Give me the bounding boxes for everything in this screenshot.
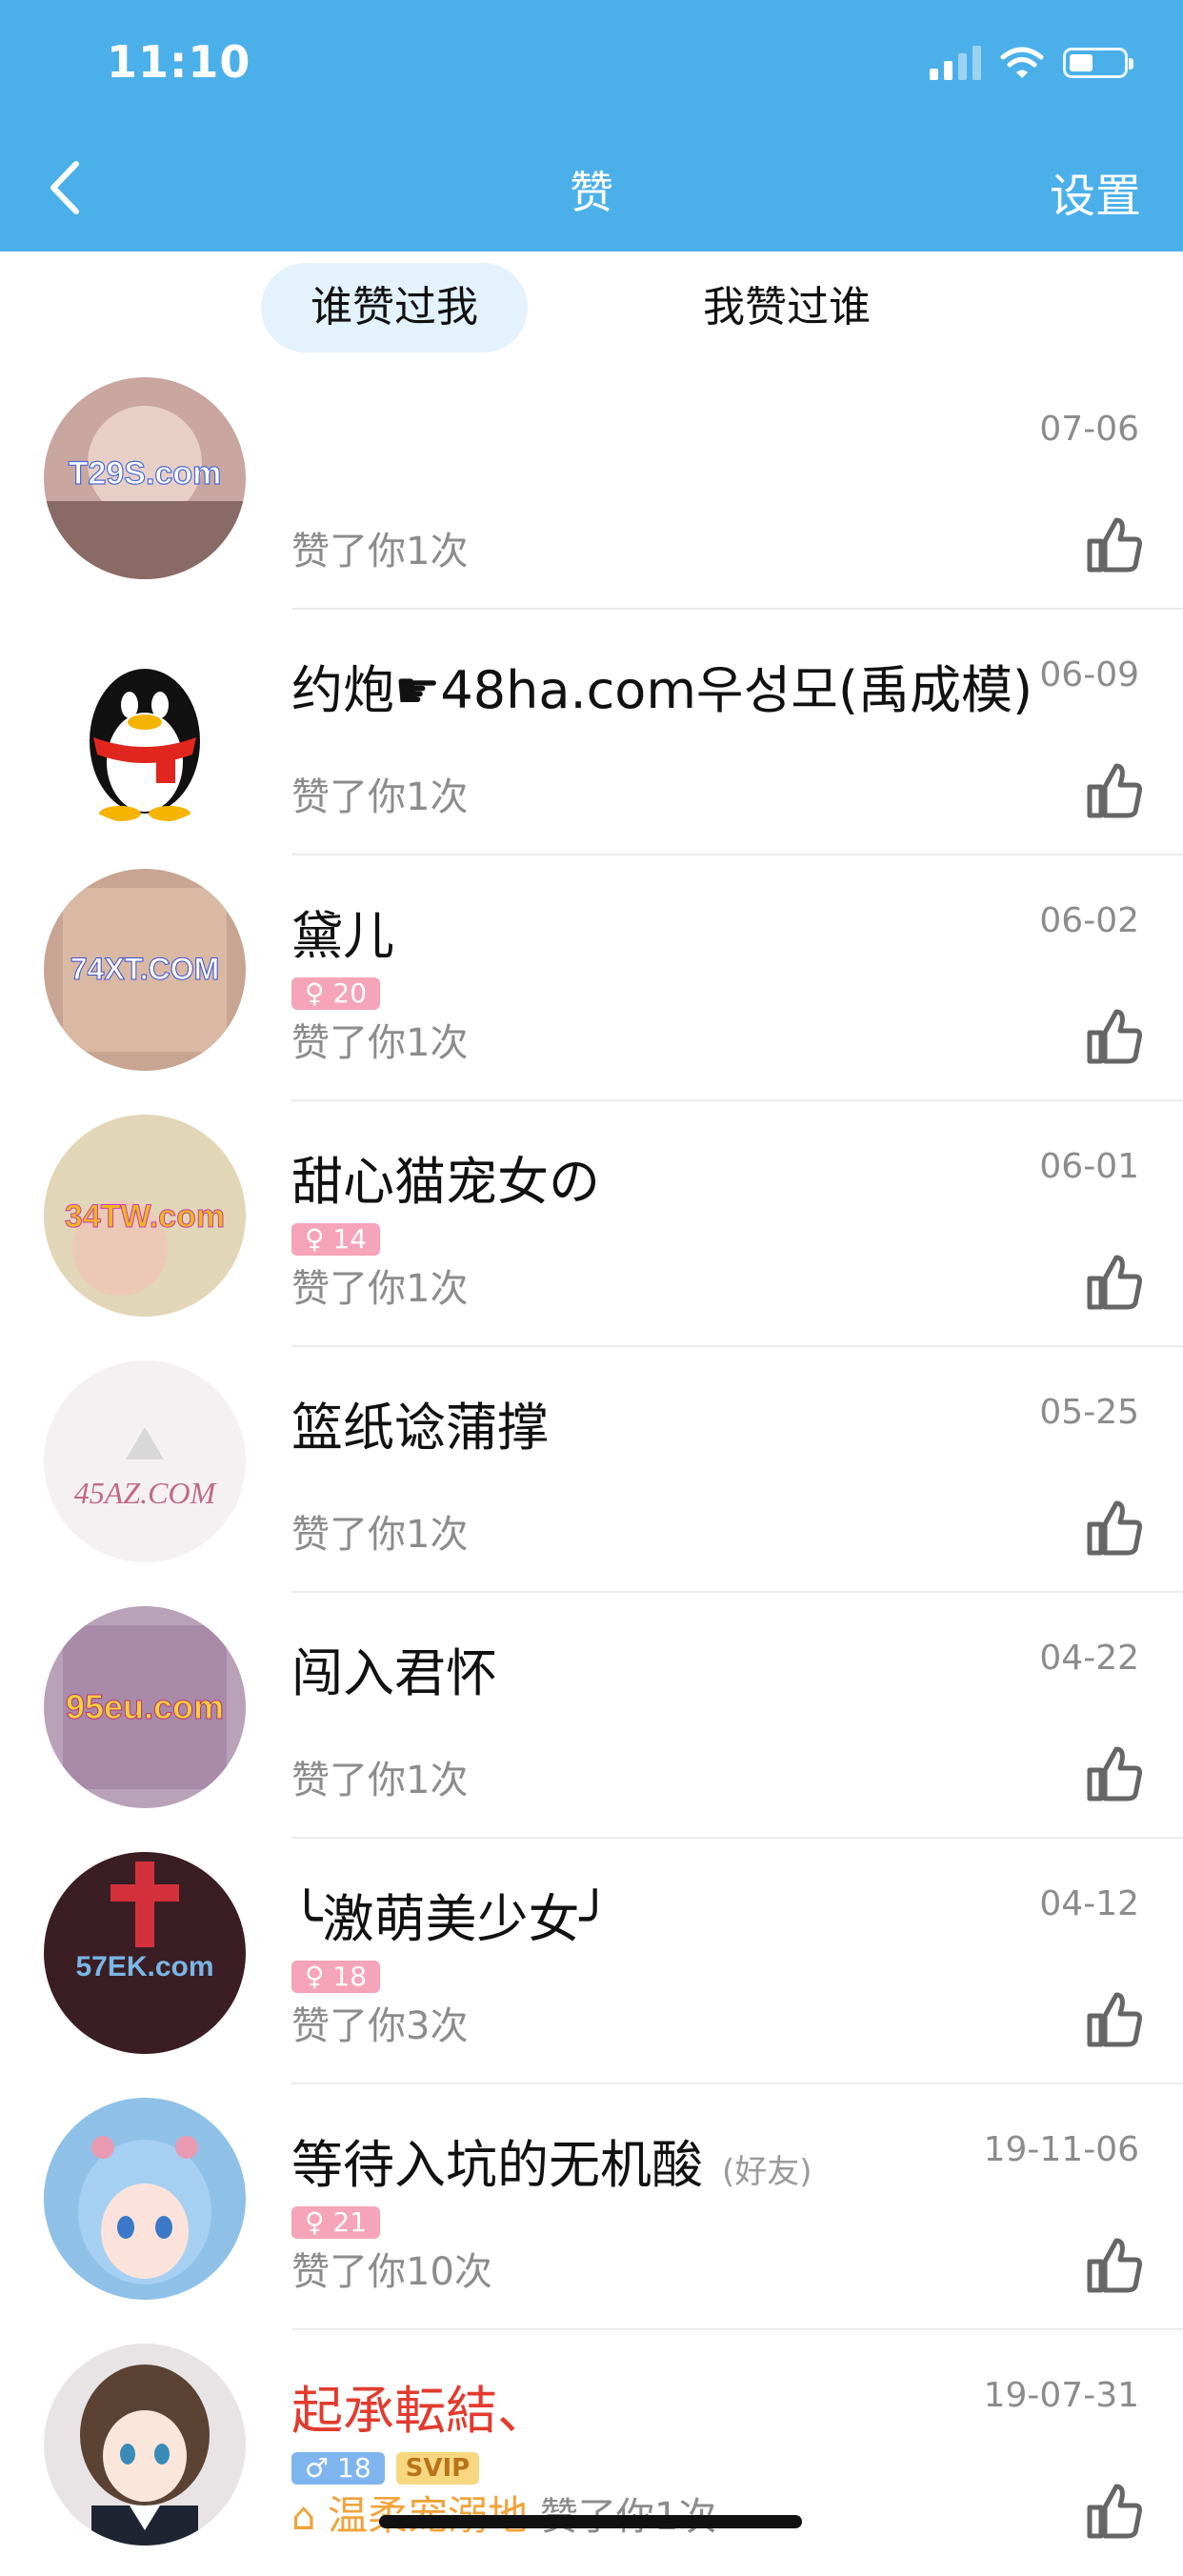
like-count-text: 赞了你3次 (291, 2004, 469, 2048)
home-indicator (379, 2515, 802, 2528)
list-item[interactable]: 95eu.com 闯入君怀 04-22 赞了你1次 (0, 1593, 1183, 1839)
like-count-text: 赞了你1次 (291, 1267, 469, 1311)
like-count-text: 赞了你1次 (291, 1513, 469, 1557)
like-date: 06-09 (1039, 655, 1139, 694)
like-date: 04-12 (1039, 1884, 1139, 1923)
svg-text:45AZ.COM: 45AZ.COM (74, 1476, 218, 1510)
page-title: 赞 (570, 167, 613, 218)
thumbs-up-icon[interactable] (1084, 1989, 1145, 2050)
nav-bar: 11:10 赞 设置 (0, 0, 1183, 252)
svg-text:34TW.com: 34TW.com (65, 1198, 225, 1235)
svg-text:95eu.com: 95eu.com (66, 1687, 224, 1726)
thumbs-up-icon[interactable] (1084, 514, 1145, 575)
battery-icon (1063, 48, 1133, 78)
thumbs-up-icon[interactable] (1084, 1498, 1145, 1559)
list-item[interactable]: 57EK.com ╰激萌美少女╯ ♀ 18 04-12 赞了你3次 (0, 1839, 1183, 2084)
gender-age-badge: ♀ 14 (291, 1223, 381, 1256)
like-date: 04-22 (1039, 1639, 1139, 1678)
settings-button[interactable]: 设置 (1050, 158, 1141, 225)
user-name: 甜心猫宠女の (291, 1152, 600, 1212)
user-name: 等待入坑的无机酸 (好友) (291, 2135, 812, 2195)
gender-age-badge: ♀ 18 (291, 1961, 381, 1993)
thumbs-up-icon[interactable] (1084, 1252, 1145, 1313)
like-count-text: 赞了你1次 (291, 530, 469, 574)
avatar[interactable]: 57EK.com (44, 1852, 246, 2054)
thumbs-up-icon[interactable] (1084, 760, 1145, 821)
likes-list: T29S.com 07-06 赞了你1次 约炮☛48ha.com우성모(禹成模)… (0, 364, 1183, 2576)
avatar[interactable]: 95eu.com (44, 1606, 246, 1808)
like-date: 19-11-06 (983, 2130, 1139, 2169)
avatar[interactable] (44, 2098, 246, 2300)
tab-who-liked-me[interactable]: 谁赞过我 (261, 263, 528, 352)
list-item[interactable]: 34TW.com 甜心猫宠女の ♀ 14 06-01 赞了你1次 (0, 1101, 1183, 1347)
list-item[interactable]: 74XT.COM 黛儿 ♀ 20 06-02 赞了你1次 (0, 855, 1183, 1101)
status-icons (930, 44, 1133, 82)
like-date: 19-07-31 (983, 2376, 1139, 2415)
user-name: 黛儿 (291, 906, 394, 966)
like-date: 06-01 (1039, 1147, 1139, 1186)
tab-who-i-liked[interactable]: 我赞过谁 (653, 263, 920, 352)
gender-age-badge: ♀ 20 (291, 977, 381, 1010)
like-count-text: 赞了你1次 (291, 775, 469, 819)
list-item[interactable]: 等待入坑的无机酸 (好友) ♀ 21 19-11-06 赞了你10次 (0, 2084, 1183, 2330)
like-count-text: 赞了你1次 (291, 1759, 469, 1802)
gender-age-badge: ♀ 21 (291, 2206, 381, 2239)
avatar[interactable]: 34TW.com (44, 1115, 246, 1317)
list-item[interactable]: 45AZ.COM 篮纸谂蒲撑 05-25 赞了你1次 (0, 1347, 1183, 1593)
user-name: ╰激萌美少女╯ (291, 1889, 612, 1949)
gender-age-badge: ♂ 18 (291, 2452, 385, 2485)
friend-tag: (好友) (722, 2153, 812, 2191)
thumbs-up-icon[interactable] (1084, 1006, 1145, 1067)
avatar[interactable]: 45AZ.COM (44, 1360, 246, 1562)
thumbs-up-icon[interactable] (1084, 2481, 1145, 2542)
avatar[interactable] (44, 2344, 246, 2546)
tab-bar: 谁赞过我 我赞过谁 (0, 252, 1183, 364)
svip-badge: SVIP (395, 2452, 480, 2485)
user-name: 闯入君怀 (291, 1643, 497, 1703)
status-time: 11:10 (107, 36, 251, 88)
thumbs-up-icon[interactable] (1084, 1743, 1145, 1804)
svg-text:57EK.com: 57EK.com (75, 1951, 213, 1982)
user-name: 篮纸谂蒲撑 (291, 1398, 549, 1458)
like-date: 07-06 (1039, 410, 1139, 449)
avatar[interactable]: 74XT.COM (44, 869, 246, 1071)
cellular-signal-icon (930, 46, 981, 80)
thumbs-up-icon[interactable] (1084, 2235, 1145, 2296)
house-icon: ⌂ (291, 2495, 316, 2539)
user-name: 起承転結、 (291, 2381, 549, 2441)
list-item[interactable]: T29S.com 07-06 赞了你1次 (0, 364, 1183, 610)
like-date: 05-25 (1039, 1393, 1139, 1432)
penguin-icon (44, 623, 246, 825)
svg-text:74XT.COM: 74XT.COM (70, 952, 219, 986)
wifi-icon (1000, 47, 1044, 78)
svg-text:T29S.com: T29S.com (69, 455, 222, 492)
avatar[interactable] (44, 623, 246, 825)
list-item[interactable]: 约炮☛48ha.com우성모(禹成模) 06-09 赞了你1次 (0, 610, 1183, 855)
like-count-text: 赞了你1次 (291, 1021, 469, 1065)
like-date: 06-02 (1039, 901, 1139, 940)
list-item[interactable]: 起承転結、 ♂ 18 SVIP 19-07-31 ⌂ 温柔宠溺地 赞了你1次 (0, 2330, 1183, 2576)
avatar[interactable]: T29S.com (44, 377, 246, 579)
user-name: 约炮☛48ha.com우성모(禹成模) (291, 660, 1033, 720)
like-count-text: 赞了你10次 (291, 2250, 492, 2294)
like-count-text: ⌂ 温柔宠溺地 赞了你1次 (291, 2484, 716, 2542)
